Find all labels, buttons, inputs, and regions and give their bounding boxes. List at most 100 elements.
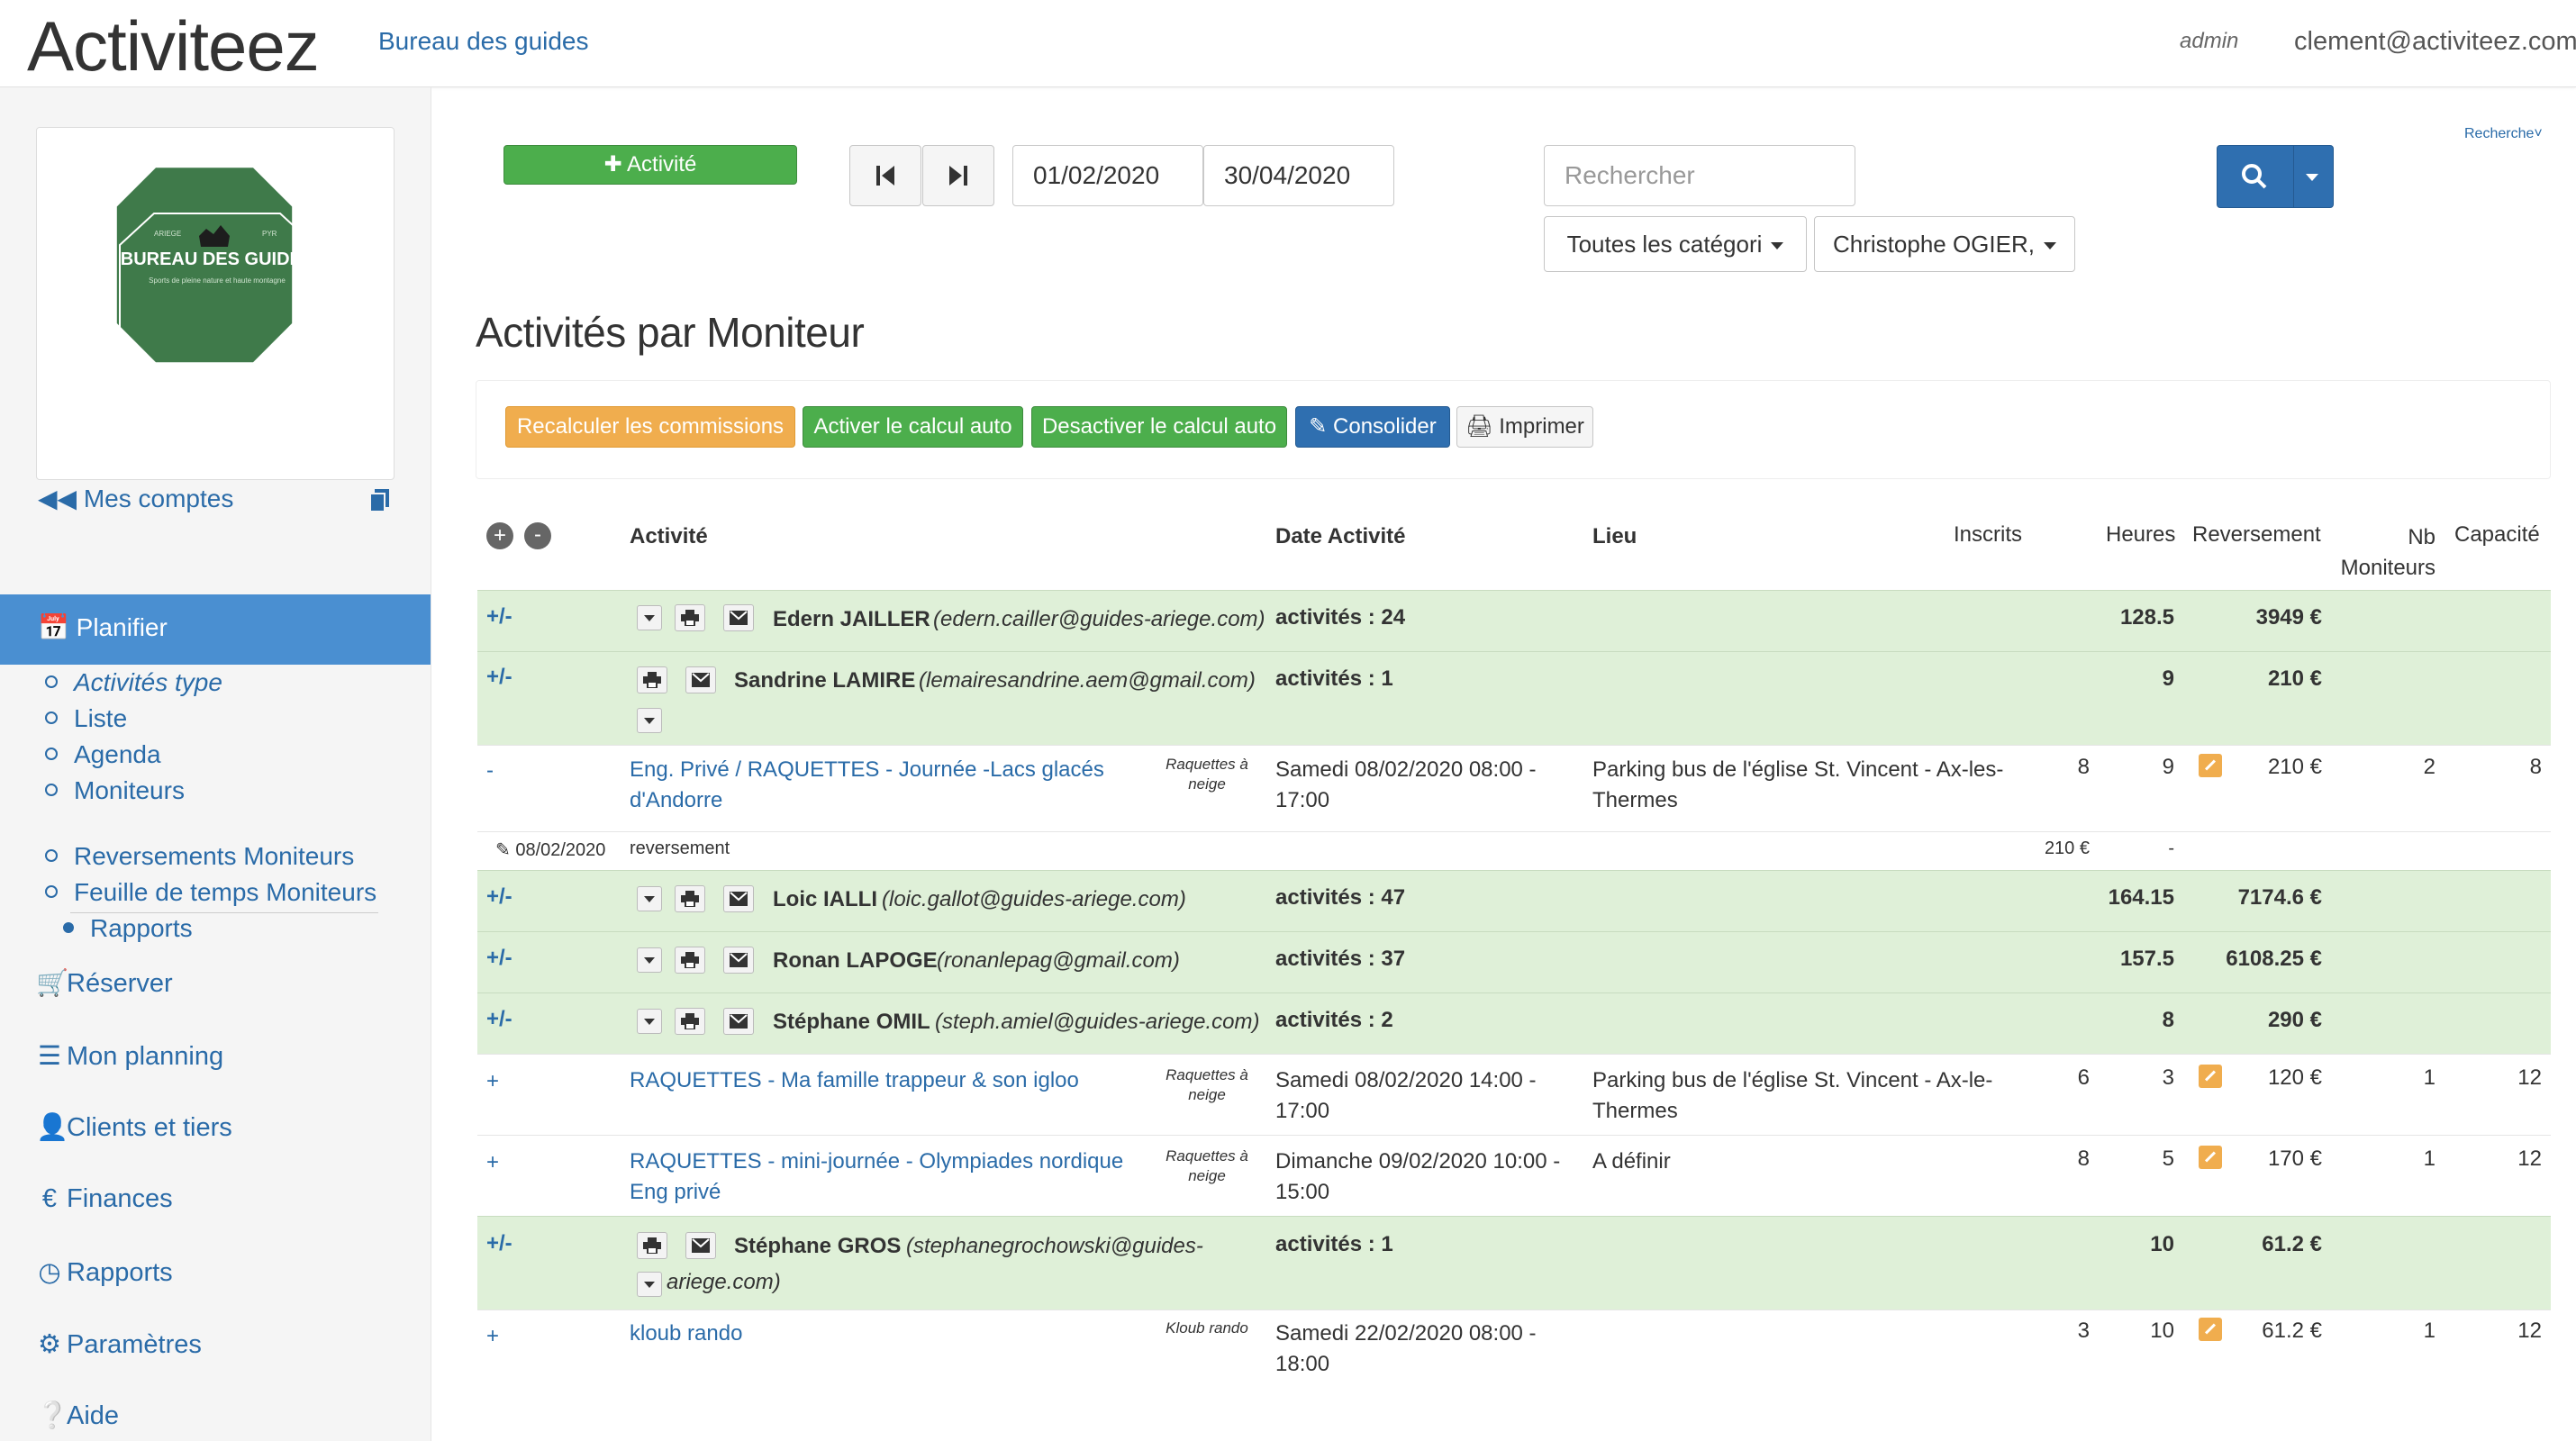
activity-inscrits: 8 — [2077, 755, 2090, 779]
activity-title-link[interactable]: RAQUETTES - mini-journée - Olympiades no… — [630, 1146, 1123, 1208]
group-toggle[interactable]: +/- — [486, 604, 512, 630]
app-brand[interactable]: Activiteez — [27, 5, 320, 87]
nav-planifier[interactable]: 📅 Planifier — [0, 594, 431, 665]
column-header-lieu[interactable]: Lieu — [1592, 524, 1637, 549]
column-header-inscrits[interactable]: Inscrits — [1954, 522, 2022, 548]
group-toggle[interactable]: +/- — [486, 946, 512, 971]
enable-auto-calc-button[interactable]: Activer le calcul auto — [803, 406, 1023, 448]
moniteur-name: Ronan LAPOGE — [773, 948, 938, 973]
email-moniteur-button[interactable] — [685, 666, 716, 693]
bullet-icon — [45, 747, 58, 760]
nav-aide[interactable]: ❔Aide — [36, 1400, 119, 1431]
group-toggle[interactable]: +/- — [486, 1231, 512, 1256]
group-toggle[interactable]: +/- — [486, 1007, 512, 1032]
date-from-input[interactable]: 01/02/2020 — [1012, 145, 1203, 206]
bullet-icon — [45, 884, 58, 898]
consolidate-button[interactable]: ✎ Consolider — [1295, 406, 1450, 448]
group-reversement: 3949 € — [2255, 605, 2322, 630]
expand-all-button[interactable]: + — [486, 522, 513, 549]
dropdown-button[interactable] — [637, 1009, 662, 1034]
activity-nb-moniteurs: 1 — [2423, 1065, 2435, 1090]
nav-reserver[interactable]: 🛒Réserver — [36, 968, 173, 999]
email-moniteur-button[interactable] — [723, 604, 754, 631]
dropdown-button[interactable] — [637, 947, 662, 973]
activity-type: Kloub rando — [1166, 1319, 1248, 1337]
moniteur-select[interactable]: Christophe OGIER, — [1814, 216, 2075, 272]
nav-finances[interactable]: € Finances — [36, 1184, 173, 1214]
sidebar-item-activites-type[interactable]: Activités type — [45, 668, 222, 697]
print-moniteur-button[interactable] — [637, 1232, 667, 1259]
disable-auto-calc-button[interactable]: Desactiver le calcul auto — [1031, 406, 1287, 448]
print-button[interactable]: 🖨 Imprimer — [1456, 406, 1593, 448]
recalculate-commissions-button[interactable]: Recalculer les commissions — [505, 406, 795, 448]
question-icon: ❔ — [36, 1401, 69, 1430]
sidebar-item-rapports-sub[interactable]: Rapports — [63, 914, 193, 943]
dashboard-icon: ◷ — [38, 1258, 61, 1287]
step-forward-icon — [949, 166, 967, 186]
print-moniteur-button[interactable] — [637, 666, 667, 693]
print-moniteur-button[interactable] — [675, 1008, 705, 1035]
group-heures: 164.15 — [2108, 885, 2174, 910]
moniteur-email: (lemairesandrine.aem@gmail.com) — [919, 668, 1256, 693]
nav-mon-planning[interactable]: ☰ Mon planning — [36, 1040, 223, 1072]
previous-period-button[interactable] — [849, 145, 921, 206]
email-moniteur-button[interactable] — [723, 885, 754, 912]
activity-count: activités : 1 — [1275, 666, 1393, 691]
activity-title-link[interactable]: Eng. Privé / RAQUETTES - Journée -Lacs g… — [630, 755, 1104, 816]
activity-title-link[interactable]: RAQUETTES - Ma famille trappeur & son ig… — [630, 1065, 1079, 1096]
column-header-reversement[interactable]: Reversement — [2192, 522, 2321, 548]
category-select[interactable]: Toutes les catégori — [1544, 216, 1807, 272]
user-email[interactable]: clement@activiteez.com — [2294, 27, 2576, 57]
activity-capacite: 12 — [2517, 1319, 2542, 1343]
copy-icon[interactable] — [367, 487, 393, 512]
add-activity-button[interactable]: ✚ Activité — [503, 145, 797, 185]
sidebar-item-agenda[interactable]: Agenda — [45, 740, 161, 769]
gear-icon: ⚙ — [38, 1330, 61, 1359]
column-header-capacite[interactable]: Capacité — [2454, 522, 2540, 548]
print-moniteur-button[interactable] — [675, 885, 705, 912]
activity-type: Raquettes à neige — [1166, 1066, 1248, 1103]
sidebar-item-moniteurs[interactable]: Moniteurs — [45, 776, 185, 805]
sidebar-item-reversements[interactable]: Reversements Moniteurs — [45, 842, 354, 871]
email-moniteur-button[interactable] — [723, 947, 754, 974]
dropdown-button[interactable] — [637, 605, 662, 630]
reversement-date[interactable]: ✎ 08/02/2020 — [495, 838, 605, 861]
advanced-search-toggle[interactable]: Recherche˅ — [2464, 126, 2543, 142]
dropdown-button[interactable] — [637, 708, 662, 733]
group-toggle[interactable]: +/- — [486, 884, 512, 910]
backward-icon: ◀◀ — [38, 485, 77, 512]
company-name[interactable]: Bureau des guides — [378, 27, 589, 56]
next-period-button[interactable] — [922, 145, 994, 206]
activity-toggle[interactable]: + — [486, 1150, 499, 1175]
group-toggle[interactable]: +/- — [486, 665, 512, 690]
search-input[interactable]: Rechercher — [1544, 145, 1855, 206]
activity-toggle[interactable]: + — [486, 1069, 499, 1094]
collapse-all-button[interactable]: - — [524, 522, 551, 549]
sidebar-item-liste[interactable]: Liste — [45, 704, 127, 733]
activity-toggle[interactable]: - — [486, 758, 494, 784]
chevron-down-icon — [2306, 174, 2318, 181]
activity-count: activités : 1 — [1275, 1232, 1393, 1256]
activity-toggle[interactable]: + — [486, 1324, 499, 1349]
email-moniteur-button[interactable] — [685, 1232, 716, 1259]
sidebar-item-feuille-temps[interactable]: Feuille de temps Moniteurs — [45, 878, 376, 907]
column-header-nb-moniteurs[interactable]: Nb Moniteurs — [2338, 522, 2435, 584]
nav-parametres[interactable]: ⚙ Paramètres — [36, 1328, 202, 1360]
print-moniteur-button[interactable] — [675, 947, 705, 974]
nav-rapports[interactable]: ◷ Rapports — [36, 1256, 172, 1288]
mes-comptes-link[interactable]: ◀◀ Mes comptes — [38, 484, 233, 513]
group-heures: 8 — [2162, 1008, 2174, 1032]
search-button[interactable] — [2217, 145, 2334, 208]
date-to-input[interactable]: 30/04/2020 — [1203, 145, 1394, 206]
email-moniteur-button[interactable] — [723, 1008, 754, 1035]
activity-count: activités : 37 — [1275, 947, 1406, 971]
column-header-heures[interactable]: Heures — [2106, 522, 2175, 548]
nav-clients-tiers[interactable]: 👤Clients et tiers — [36, 1112, 232, 1143]
group-reversement: 7174.6 € — [2237, 885, 2322, 910]
dropdown-button[interactable] — [637, 886, 662, 911]
activity-title-link[interactable]: kloub rando — [630, 1319, 742, 1349]
print-moniteur-button[interactable] — [675, 604, 705, 631]
column-header-date[interactable]: Date Activité — [1275, 524, 1406, 549]
dropdown-button[interactable] — [637, 1272, 662, 1297]
column-header-activite[interactable]: Activité — [630, 524, 708, 549]
